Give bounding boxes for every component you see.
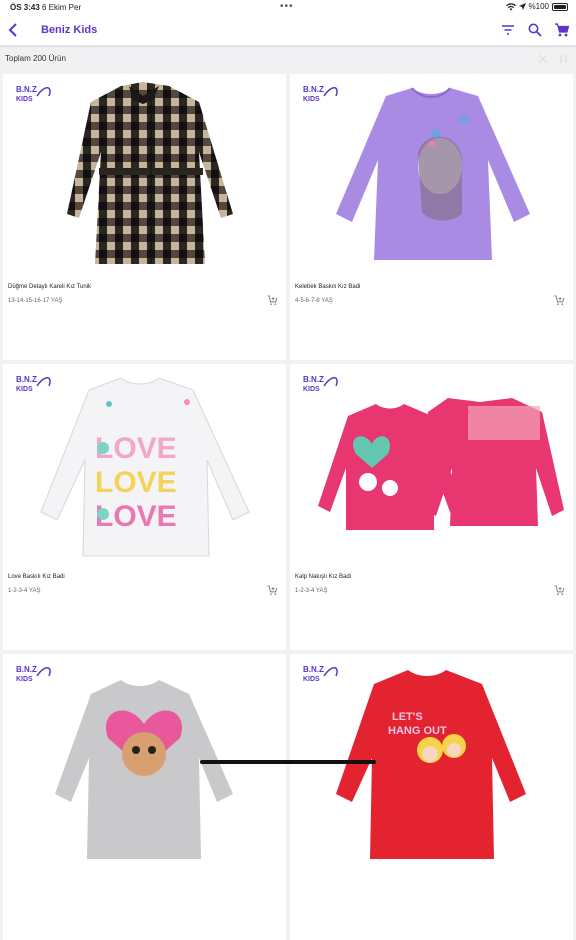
product-grid: B.N.Z KIDS Düğme Detaylı Kareli Kız Tunik… <box>3 74 573 940</box>
svg-text:KIDS: KIDS <box>16 96 33 103</box>
svg-text:KIDS: KIDS <box>303 386 320 393</box>
product-image-pink-heart-top[interactable] <box>290 364 573 569</box>
brand-logo: B.N.Z KIDS <box>303 85 338 103</box>
battery-icon <box>552 2 568 11</box>
brand-logo: B.N.Z KIDS <box>16 665 51 683</box>
filter-icon[interactable] <box>500 22 516 38</box>
product-image-grey-fawn-top[interactable] <box>3 654 286 859</box>
product-image-plaid-tunic[interactable] <box>3 74 286 279</box>
svg-text:B.N.Z: B.N.Z <box>303 375 324 384</box>
brand-logo: B.N.Z KIDS <box>303 375 338 393</box>
multitask-dots-icon[interactable]: ••• <box>280 1 294 12</box>
status-bar: ÖS 3:43 6 Ekim Per ••• %100 <box>0 0 576 16</box>
svg-text:HANG OUT: HANG OUT <box>388 725 447 737</box>
svg-text:B.N.Z: B.N.Z <box>16 375 37 384</box>
brand-logo: B.N.Z KIDS <box>16 85 51 103</box>
product-sizes: 1-2-3-4 YAŞ <box>8 588 41 594</box>
total-count: Toplam 200 Ürün <box>5 54 66 63</box>
battery-percent: %100 <box>528 2 549 11</box>
svg-text:LOVE: LOVE <box>95 466 177 499</box>
svg-text:KIDS: KIDS <box>16 386 33 393</box>
product-card[interactable]: B.N.Z KIDS <box>3 654 286 940</box>
status-right: %100 <box>505 2 568 11</box>
product-card[interactable]: B.N.Z KIDS Kelebek Baskılı Kız Badi 4-5-6… <box>290 74 573 360</box>
brand-logo: B.N.Z KIDS <box>16 375 51 393</box>
grid-view-icon[interactable] <box>558 53 570 65</box>
product-sizes: 1-2-3-4 YAŞ <box>295 588 328 594</box>
svg-text:KIDS: KIDS <box>303 96 320 103</box>
add-to-cart-icon[interactable] <box>554 295 565 306</box>
svg-text:B.N.Z: B.N.Z <box>16 85 37 94</box>
product-name[interactable]: Kelebek Baskılı Kız Badi <box>295 284 360 290</box>
brand-logo: B.N.Z KIDS <box>303 665 338 683</box>
collapse-icon[interactable] <box>537 53 549 65</box>
product-card[interactable]: LOVE LOVE LOVE B.N.Z KIDS Love Baskılı Kı… <box>3 364 286 650</box>
product-image-white-love-top[interactable]: LOVE LOVE LOVE <box>3 364 286 569</box>
results-bar: Toplam 200 Ürün <box>0 48 576 70</box>
svg-text:B.N.Z: B.N.Z <box>303 665 324 674</box>
wifi-icon <box>505 2 516 10</box>
app-header: Beniz Kids <box>0 16 576 46</box>
product-name[interactable]: Love Baskılı Kız Badi <box>8 574 65 580</box>
product-sizes: 13-14-15-16-17 YAŞ <box>8 298 63 304</box>
product-name[interactable]: Düğme Detaylı Kareli Kız Tunik <box>8 284 91 290</box>
svg-text:KIDS: KIDS <box>303 676 320 683</box>
add-to-cart-icon[interactable] <box>554 585 565 596</box>
product-image-red-hangout-top[interactable]: LET'S HANG OUT <box>290 654 573 859</box>
product-card[interactable]: LET'S HANG OUT B.N.Z KIDS <box>290 654 573 940</box>
home-indicator[interactable] <box>200 760 376 764</box>
page-title: Beniz Kids <box>41 24 98 36</box>
search-icon[interactable] <box>527 22 543 38</box>
product-card[interactable]: B.N.Z KIDS Düğme Detaylı Kareli Kız Tunik… <box>3 74 286 360</box>
add-to-cart-icon[interactable] <box>267 585 278 596</box>
product-name[interactable]: Kalp Nakışlı Kız Badi <box>295 574 351 580</box>
product-card[interactable]: B.N.Z KIDS Kalp Nakışlı Kız Badi 1-2-3-4 … <box>290 364 573 650</box>
status-time: ÖS 3:43 <box>10 3 40 12</box>
product-image-lilac-butterfly-top[interactable] <box>290 74 573 279</box>
product-sizes: 4-5-6-7-8 YAŞ <box>295 298 333 304</box>
svg-text:B.N.Z: B.N.Z <box>303 85 324 94</box>
shopping-cart-icon[interactable] <box>554 22 570 38</box>
svg-text:B.N.Z: B.N.Z <box>16 665 37 674</box>
location-icon <box>518 3 526 10</box>
back-arrow-icon[interactable] <box>6 21 22 39</box>
svg-text:KIDS: KIDS <box>16 676 33 683</box>
svg-text:LET'S: LET'S <box>392 711 423 723</box>
status-date: 6 Ekim Per <box>42 3 82 12</box>
add-to-cart-icon[interactable] <box>267 295 278 306</box>
